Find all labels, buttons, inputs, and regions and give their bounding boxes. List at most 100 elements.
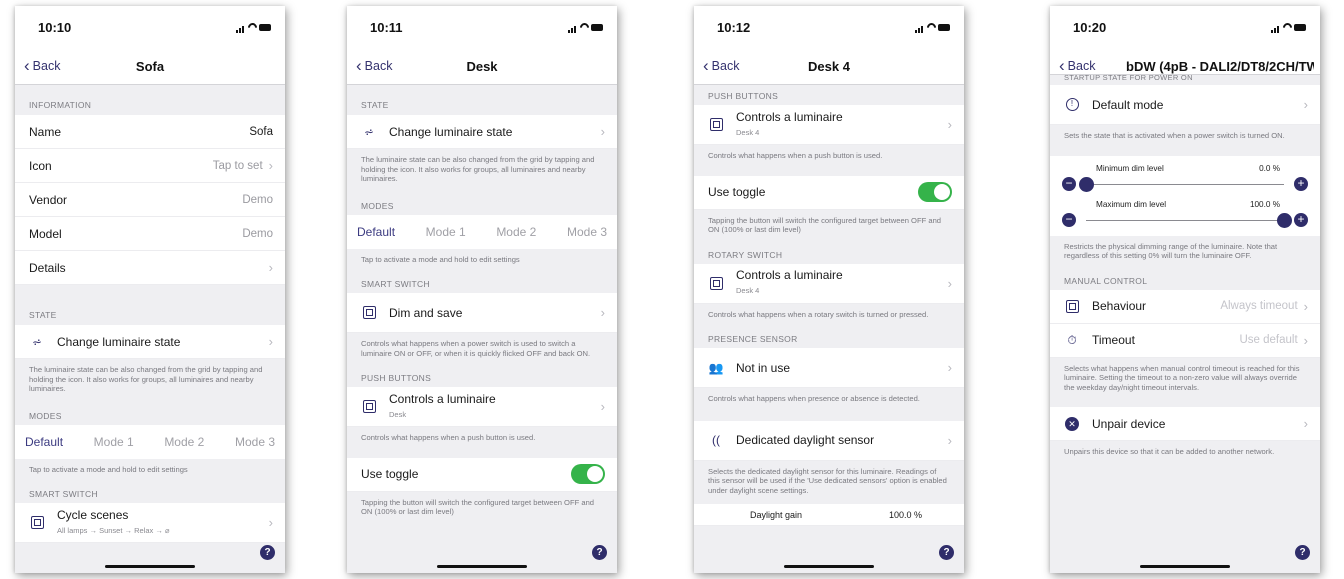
status-bar: 10:12 [694,6,964,48]
mode-1[interactable]: Mode 1 [426,225,466,239]
status-icons [568,21,604,34]
section-header-smart-switch: SMART SWITCH [361,279,430,289]
rotary-description: Controls what happens when a rotary swit… [708,309,929,319]
row-dim-and-save[interactable]: Dim and save › [347,293,617,333]
mode-2[interactable]: Mode 2 [164,435,204,449]
chevron-right-icon: › [947,432,952,448]
row-details[interactable]: Details › [15,251,285,285]
use-toggle-switch[interactable] [918,182,952,202]
push-buttons-description: Controls what happens when a push button… [708,151,883,160]
wifi-icon [1281,21,1294,34]
sensor-wave-icon: (( [712,433,720,447]
min-dim-label-row: Minimum dim level 0.0 % [1096,163,1280,173]
status-icons [1271,21,1307,34]
phone-screen-sofa: 10:10 ‹ Back Sofa INFORMATION Name Sofa Ic… [15,6,285,573]
mode-3[interactable]: Mode 3 [567,225,607,239]
home-indicator [1140,565,1230,568]
plus-icon[interactable]: + [1294,176,1308,191]
status-bar: 10:11 [347,6,617,48]
switch-icon [29,516,45,530]
row-dedicated-daylight-sensor[interactable]: (( Dedicated daylight sensor › [694,420,964,461]
nav-bar: ‹Back bDW (4pB - DALI2/DT8/2CH/TW+... [1050,48,1320,75]
row-cycle-scenes[interactable]: Cycle scenes All lamps → Sunset → Relax →… [15,503,285,543]
min-dim-knob[interactable] [1078,176,1094,192]
lamp-icon: ⩫ [363,124,375,139]
mode-3[interactable]: Mode 3 [235,435,275,449]
mode-default[interactable]: Default [357,225,395,239]
row-name[interactable]: Name Sofa [15,115,285,149]
mode-1[interactable]: Mode 1 [94,435,134,449]
battery-icon [591,24,603,31]
row-change-luminaire-state[interactable]: ⩫ Change luminaire state › [347,115,617,149]
help-button[interactable]: ? [939,545,954,560]
row-icon[interactable]: Icon Tap to set › [15,149,285,183]
nav-bar: ‹ Back Desk 4 [694,48,964,85]
mode-2[interactable]: Mode 2 [496,225,536,239]
plus-icon[interactable]: + [1294,212,1308,227]
section-header-information: INFORMATION [29,100,92,110]
mode-default[interactable]: Default [25,435,63,449]
max-dim-label-row: Maximum dim level 100.0 % [1096,199,1280,209]
help-button[interactable]: ? [260,545,275,560]
smart-switch-description: Controls what happens when a power switc… [361,339,591,358]
phone-screen-desk: 10:11 ‹ Back Desk STATE ⩫ Change luminair… [347,6,617,573]
help-button[interactable]: ? [592,545,607,560]
close-circle-icon: ✕ [1064,416,1080,431]
daylight-description: Selects the dedicated daylight sensor fo… [708,466,947,495]
help-button[interactable]: ? [1295,545,1310,560]
state-description: The luminaire state can be also changed … [29,365,263,393]
row-controls-luminaire[interactable]: Controls a luminaire Desk 4 › [694,105,964,145]
dim-description: Restricts the physical dimming range of … [1064,241,1278,261]
home-indicator [105,565,195,568]
max-dim-knob[interactable] [1276,212,1292,228]
chevron-right-icon: › [600,305,605,320]
status-icons [915,21,951,34]
chevron-right-icon: › [268,260,273,275]
row-controls-luminaire[interactable]: Controls a luminaire Desk › [347,387,617,427]
home-indicator [437,565,527,568]
minus-icon[interactable]: − [1062,212,1076,227]
chevron-right-icon: › [600,124,605,139]
row-model: Model Demo [15,217,285,251]
chevron-right-icon: › [1303,416,1308,431]
rotary-switch-icon [708,276,724,290]
status-bar: 10:20 [1050,6,1320,48]
wifi-icon [925,21,938,34]
row-behaviour[interactable]: Behaviour Always timeout › [1050,289,1320,324]
status-time: 10:11 [370,20,403,35]
section-header-push-buttons: PUSH BUTTONS [361,373,432,383]
max-dim-slider[interactable]: − + [1062,212,1308,230]
chevron-right-icon: › [947,275,952,291]
section-header-state: STATE [361,100,389,110]
chevron-right-icon: › [600,399,605,414]
status-bar: 10:10 [15,6,285,48]
min-dim-slider[interactable]: − + [1062,176,1308,194]
section-header-state: STATE [29,310,57,320]
row-timeout[interactable]: ⏱ Timeout Use default › [1050,323,1320,358]
row-rotary-controls-luminaire[interactable]: Controls a luminaire Desk 4 › [694,263,964,304]
timer-icon: ⏱ [1067,332,1077,347]
back-button[interactable]: ‹ Back [1059,56,1095,75]
modes-description: Tap to activate a mode and hold to edit … [29,464,188,474]
home-indicator [784,565,874,568]
chevron-right-icon: › [268,334,273,349]
wifi-icon [578,21,591,34]
row-not-in-use[interactable]: 👥 Not in use › [694,348,964,388]
phone-screen-device-settings: 10:20 ‹Back bDW (4pB - DALI2/DT8/2CH/TW+… [1050,6,1320,573]
info-circle-icon: ! [1064,98,1080,112]
row-change-luminaire-state[interactable]: ⩫ Change luminaire state › [15,325,285,359]
push-button-icon [708,118,724,132]
row-default-mode[interactable]: ! Default mode › [1050,85,1320,125]
use-toggle-switch[interactable] [571,464,605,484]
row-vendor: Vendor Demo [15,183,285,217]
modes-selector: Default Mode 1 Mode 2 Mode 3 [347,214,617,249]
page-title: Desk [466,59,498,74]
push-button-icon [361,400,377,414]
row-unpair-device[interactable]: ✕ Unpair device › [1050,407,1320,441]
default-mode-description: Sets the state that is activated when a … [1064,131,1285,140]
minus-icon[interactable]: − [1062,176,1076,191]
modes-description: Tap to activate a mode and hold to edit … [361,254,520,264]
chevron-left-icon: ‹ [1059,56,1065,75]
chevron-right-icon: › [947,360,952,375]
state-description: The luminaire state can be also changed … [361,155,595,183]
